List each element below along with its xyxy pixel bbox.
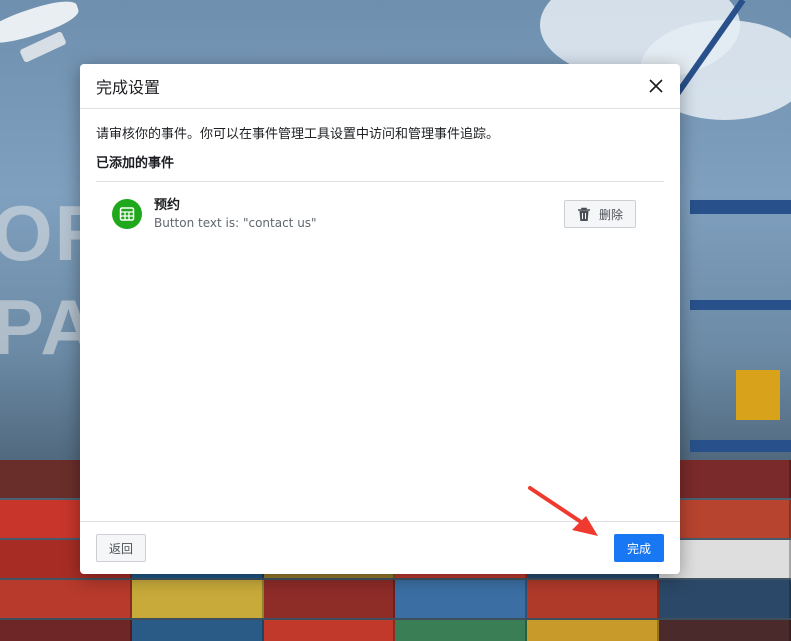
crane-beam <box>690 440 791 452</box>
crane-beam <box>690 200 791 214</box>
dialog-header: 完成设置 <box>80 64 680 109</box>
crane-spreader <box>736 370 780 420</box>
container-row <box>0 620 791 641</box>
intro-text: 请审核你的事件。你可以在事件管理工具设置中访问和管理事件追踪。 <box>96 127 500 142</box>
dialog-body: 请审核你的事件。你可以在事件管理工具设置中访问和管理事件追踪。 已添加的事件 预… <box>80 109 680 246</box>
event-description: Button text is: "contact us" <box>154 216 317 230</box>
calendar-icon <box>119 207 135 221</box>
done-button[interactable]: 完成 <box>614 534 664 562</box>
dialog-title: 完成设置 <box>96 78 161 97</box>
crane-beam <box>690 300 791 310</box>
section-title: 已添加的事件 <box>96 152 664 182</box>
event-row: 预约 Button text is: "contact us" 删除 <box>96 182 664 246</box>
delete-event-button[interactable]: 删除 <box>563 200 636 228</box>
red-arrow-annotation <box>528 486 598 536</box>
delete-label: 删除 <box>598 207 623 222</box>
event-text: 预约 Button text is: "contact us" <box>154 197 317 231</box>
back-button[interactable]: 返回 <box>96 534 147 562</box>
container-row <box>0 580 791 618</box>
trash-icon <box>577 207 590 221</box>
event-icon-badge <box>112 199 142 229</box>
close-icon <box>649 79 663 93</box>
event-name: 预约 <box>154 198 181 213</box>
close-button[interactable] <box>644 74 668 98</box>
